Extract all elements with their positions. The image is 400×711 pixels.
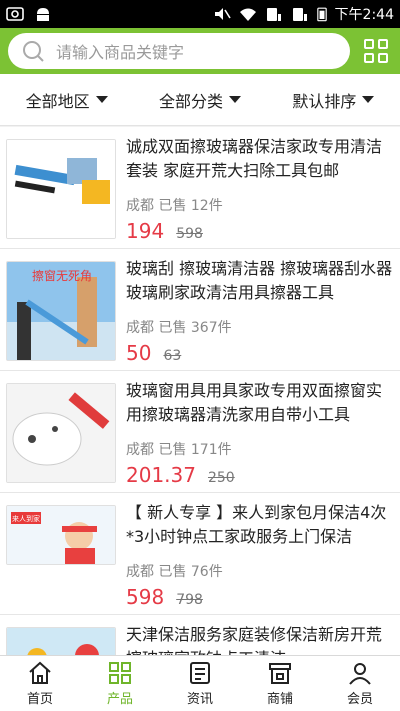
caret-down-icon xyxy=(229,96,241,103)
thumb-caption: 擦窗无死角 xyxy=(32,269,92,283)
search-input[interactable]: 请输入商品关键字 xyxy=(8,33,350,69)
android-icon xyxy=(37,8,49,21)
product-image: 擦窗无死角 xyxy=(6,261,116,361)
product-title: 天津保洁服务家庭装修保洁新房开荒擦玻璃家政钟点工清洁 xyxy=(126,625,383,655)
header: 请输入商品关键字 xyxy=(0,28,400,74)
wifi-icon xyxy=(239,8,256,21)
user-icon xyxy=(349,663,371,685)
tab-stores[interactable]: 商铺 xyxy=(240,656,320,711)
filter-label: 全部分类 xyxy=(158,91,223,111)
tab-label: 资讯 xyxy=(186,692,213,707)
filter-bar: 全部地区 全部分类 默认排序 xyxy=(0,74,400,126)
screenshot-icon xyxy=(6,7,24,21)
product-original-price: 63 xyxy=(163,348,182,364)
product-title: 诚成双面擦玻璃器保洁家政专用清洁套装 家庭开荒大扫除工具包邮 xyxy=(126,137,383,180)
tab-member[interactable]: 会员 xyxy=(320,656,400,711)
product-price: 598 xyxy=(126,585,165,609)
product-title: 玻璃刮 擦玻璃清洁器 擦玻璃器刮水器玻璃刷家政清洁用具擦器工具 xyxy=(126,259,393,302)
product-price: 194 xyxy=(126,219,165,243)
product-image xyxy=(6,139,116,239)
product-price: 201.37 xyxy=(126,463,196,487)
product-image xyxy=(6,383,116,483)
caret-down-icon xyxy=(95,96,108,103)
list-item[interactable]: 擦窗无死角 玻璃刮 擦玻璃清洁器 擦玻璃器刮水器玻璃刷家政清洁用具擦器工具 成都… xyxy=(0,249,400,371)
signal-2-icon xyxy=(292,8,307,21)
product-meta: 成都 已售 367件 xyxy=(126,320,232,336)
product-title: 【 新人专享 】来人到家包月保洁4次*3小时钟点工家政服务上门保洁 xyxy=(126,503,387,546)
filter-region[interactable]: 全部地区 xyxy=(0,74,133,125)
battery-icon xyxy=(316,7,327,22)
tab-home[interactable]: 首页 xyxy=(0,656,80,711)
bottom-tab-bar: 首页 产品 资讯 商铺 会员 xyxy=(0,655,400,711)
tab-news[interactable]: 资讯 xyxy=(160,656,240,711)
search-icon xyxy=(23,41,44,62)
product-price: 50 xyxy=(126,341,152,365)
filter-sort[interactable]: 默认排序 xyxy=(267,74,400,125)
filter-label: 默认排序 xyxy=(292,91,357,111)
product-original-price: 798 xyxy=(176,592,203,608)
caret-down-icon xyxy=(362,96,375,103)
tab-label: 会员 xyxy=(346,692,373,707)
product-list: 诚成双面擦玻璃器保洁家政专用清洁套装 家庭开荒大扫除工具包邮 成都 已售 12件… xyxy=(0,127,400,655)
tab-label: 产品 xyxy=(106,692,133,707)
product-image xyxy=(6,627,116,655)
mute-icon xyxy=(214,8,231,20)
signal-icon xyxy=(266,8,281,21)
filter-label: 全部地区 xyxy=(25,91,90,111)
product-meta: 成都 已售 76件 xyxy=(126,564,223,580)
status-bar: 下午2:44 xyxy=(0,0,400,28)
product-meta: 成都 已售 171件 xyxy=(126,442,232,458)
product-original-price: 250 xyxy=(207,470,235,486)
category-grid-button[interactable] xyxy=(364,39,388,63)
grid-icon xyxy=(364,39,374,49)
list-item[interactable]: 诚成双面擦玻璃器保洁家政专用清洁套装 家庭开荒大扫除工具包邮 成都 已售 12件… xyxy=(0,127,400,249)
product-meta: 成都 已售 12件 xyxy=(126,198,223,214)
status-time: 下午2:44 xyxy=(334,7,394,23)
product-title: 玻璃窗用具用具家政专用双面擦窗实用擦玻璃器清洗家用自带小工具 xyxy=(126,381,383,424)
store-icon xyxy=(269,663,291,684)
thumb-caption: 来人到家 xyxy=(12,514,40,523)
product-original-price: 598 xyxy=(176,226,203,242)
home-icon xyxy=(29,661,51,684)
filter-category[interactable]: 全部分类 xyxy=(133,74,266,125)
list-item[interactable]: 来人到家 【 新人专享 】来人到家包月保洁4次*3小时钟点工家政服务上门保洁 成… xyxy=(0,493,400,615)
tab-products[interactable]: 产品 xyxy=(80,656,160,711)
list-item[interactable]: 天津保洁服务家庭装修保洁新房开荒擦玻璃家政钟点工清洁 xyxy=(0,615,400,655)
product-image: 来人到家 xyxy=(6,505,116,565)
list-item[interactable]: 玻璃窗用具用具家政专用双面擦窗实用擦玻璃器清洗家用自带小工具 成都 已售 171… xyxy=(0,371,400,493)
products-grid-icon xyxy=(109,662,131,684)
news-icon xyxy=(190,662,210,684)
search-placeholder: 请输入商品关键字 xyxy=(56,43,185,62)
tab-label: 商铺 xyxy=(266,692,293,707)
tab-label: 首页 xyxy=(26,692,53,707)
